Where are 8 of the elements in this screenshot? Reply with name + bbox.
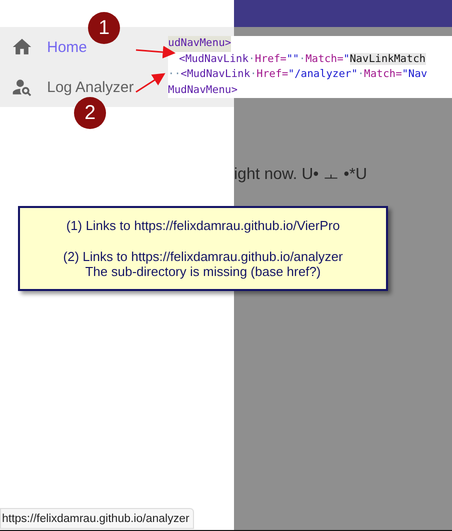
- page-text: ight now. U• ㅗ •*U: [234, 165, 368, 185]
- note-text: (1) Links to https://felixdamrau.github.io/VierPro: [65, 218, 341, 233]
- code-line: <MudNavLink·Href=""·Match="NavLinkMatch: [178, 52, 426, 66]
- note-text: (2) Links to https://felixdamrau.github.io/analyzer The sub-directory is missing (base href?): [62, 249, 344, 279]
- code-line: MudNavMenu>: [168, 82, 238, 98]
- status-url: https://felixdamrau.github.io/analyzer: [0, 508, 194, 529]
- nav-link[interactable]: Home: [11, 27, 88, 67]
- code-line: ··<MudNavLink·Href="/analyzer"·Match="Nav: [168, 67, 428, 82]
